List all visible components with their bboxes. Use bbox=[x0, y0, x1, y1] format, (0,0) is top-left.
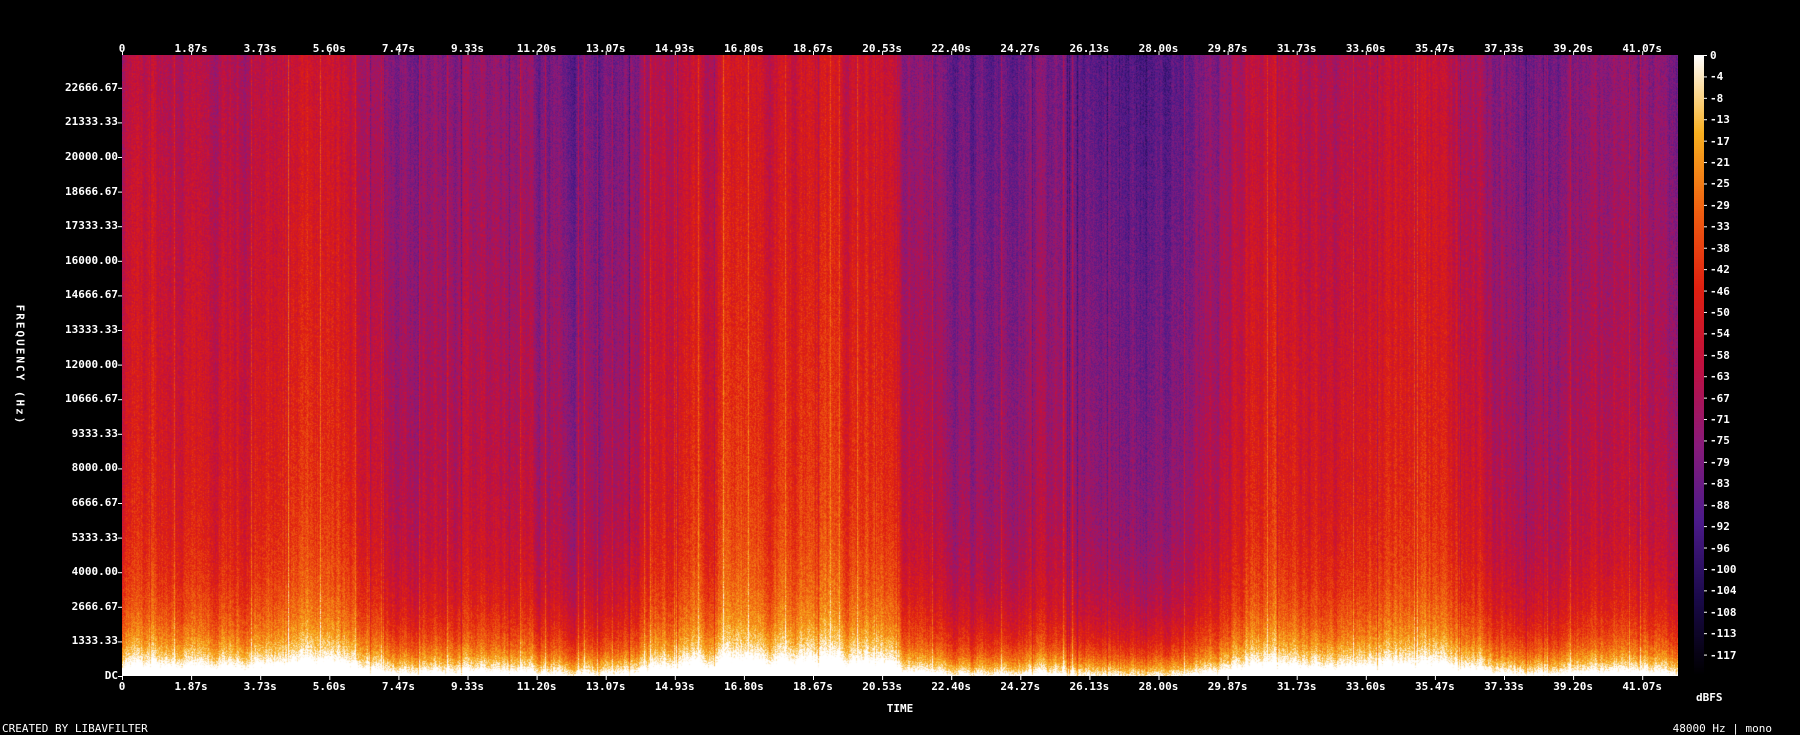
axes-frame bbox=[118, 51, 1707, 680]
credit-text: CREATED BY LIBAVFILTER bbox=[2, 722, 148, 735]
colorbar-label: dBFS bbox=[1696, 691, 1723, 704]
y-axis-label: FREQUENCY (Hz) bbox=[13, 304, 27, 426]
format-text: 48000 Hz | mono bbox=[1672, 722, 1772, 735]
x-axis-label: TIME bbox=[886, 702, 914, 715]
